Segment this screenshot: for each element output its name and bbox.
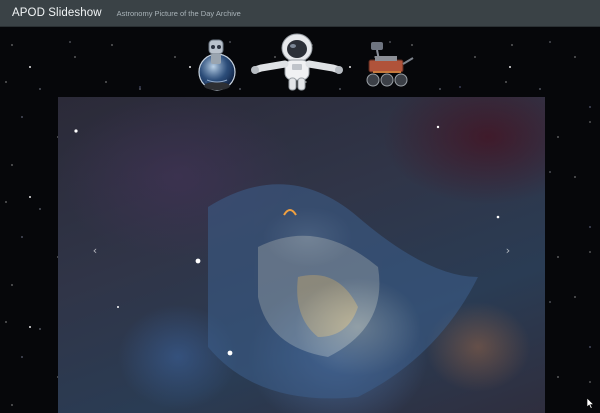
mascot-row xyxy=(185,30,425,96)
astronaut-icon xyxy=(251,33,343,91)
chevron-left-icon[interactable]: ‹ xyxy=(88,243,102,257)
site-subtitle: Astronomy Picture of the Day Archive xyxy=(116,9,241,18)
mouse-cursor-icon xyxy=(587,398,595,409)
slideshow-image xyxy=(58,97,545,413)
robot-globe-icon xyxy=(198,39,236,91)
nebula-picture xyxy=(74,125,500,399)
top-navbar: APOD Slideshow Astronomy Picture of the … xyxy=(0,0,600,27)
chevron-right-icon[interactable]: › xyxy=(501,243,515,257)
rover-icon xyxy=(366,42,414,87)
brand-link[interactable]: APOD Slideshow xyxy=(12,7,102,19)
